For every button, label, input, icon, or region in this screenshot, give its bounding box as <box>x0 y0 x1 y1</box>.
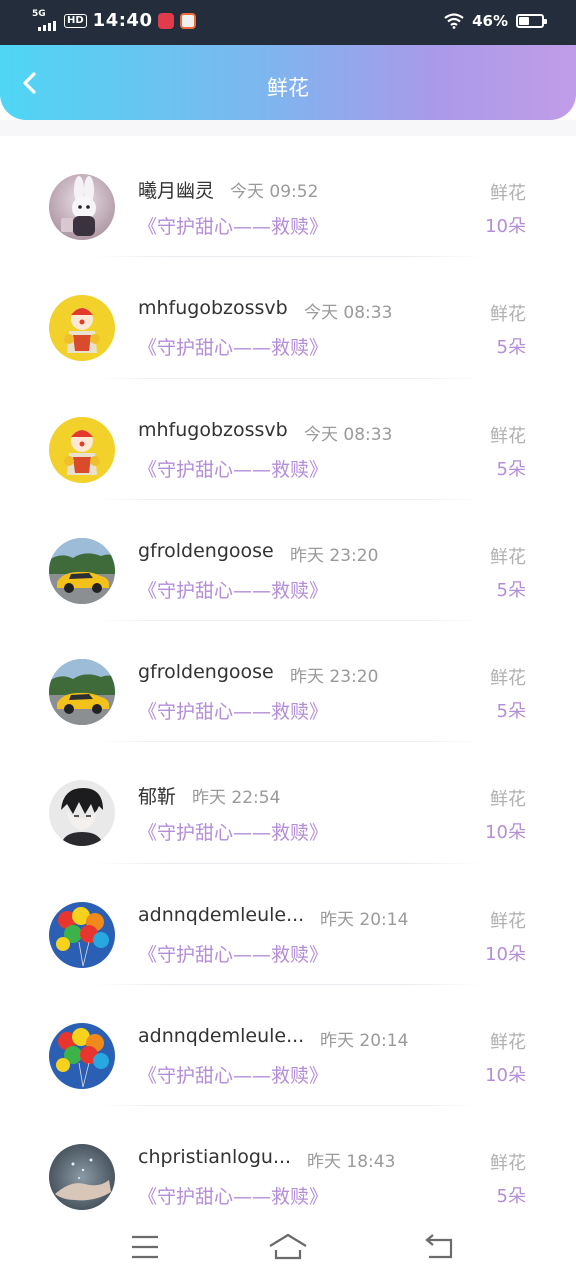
gift-type: 鲜花 <box>490 304 526 326</box>
book-title-link[interactable]: 《守护甜心——救赎》 <box>138 455 328 482</box>
gift-count: 10朵 <box>485 1065 526 1087</box>
gift-count: 5朵 <box>496 458 526 480</box>
gift-type: 鲜花 <box>490 1153 526 1175</box>
anime-avatar <box>49 780 115 847</box>
avatar[interactable] <box>49 901 115 968</box>
record-time: 今天 09:52 <box>230 182 319 202</box>
status-bar: 5G HD 14:40 46% <box>0 0 576 45</box>
list-item[interactable]: gfroldengoose 昨天 23:20 《守护甜心——救赎》 鲜花 5朵 <box>0 621 576 743</box>
home-button[interactable] <box>268 1230 308 1264</box>
gift-type: 鲜花 <box>490 546 526 568</box>
rabbit-avatar <box>49 174 115 240</box>
record-time: 昨天 18:43 <box>307 1152 396 1173</box>
book-title-link[interactable]: 《守护甜心——救赎》 <box>138 940 328 967</box>
list-item[interactable]: mhfugobzossvb 今天 08:33 《守护甜心——救赎》 鲜花 5朵 <box>0 379 576 500</box>
gift-type: 鲜花 <box>490 183 526 204</box>
record-time: 昨天 20:14 <box>320 1031 409 1052</box>
gift-type: 鲜花 <box>490 668 526 690</box>
record-time: 昨天 23:20 <box>290 545 379 566</box>
car-avatar <box>49 659 115 726</box>
avatar[interactable] <box>49 659 115 726</box>
avatar[interactable] <box>49 780 115 847</box>
record-time: 昨天 23:20 <box>290 667 379 688</box>
gift-count: 5朵 <box>496 701 526 723</box>
avatar[interactable] <box>49 174 115 240</box>
car-avatar <box>49 537 115 604</box>
page-header: 鲜花 <box>0 45 576 120</box>
user-name[interactable]: adnnqdemleule... <box>138 1025 304 1047</box>
gift-type: 鲜花 <box>490 910 526 932</box>
gift-type: 鲜花 <box>490 425 526 447</box>
header-spacer <box>0 120 576 136</box>
balloons-avatar <box>49 1023 115 1090</box>
user-name[interactable]: gfroldengoose <box>138 540 274 562</box>
back-icon <box>425 1234 453 1259</box>
record-time: 今天 08:33 <box>304 303 393 324</box>
hd-icon: HD <box>64 13 87 28</box>
avatar[interactable] <box>49 537 115 604</box>
book-title-link[interactable]: 《守护甜心——救赎》 <box>138 818 328 845</box>
gift-count: 5朵 <box>496 1186 526 1208</box>
app-notification-icon <box>180 12 197 29</box>
user-name[interactable]: 郁靳 <box>138 782 176 809</box>
list-item[interactable]: 郁靳 昨天 22:54 《守护甜心——救赎》 鲜花 10朵 <box>0 742 576 864</box>
book-title-link[interactable]: 《守护甜心——救赎》 <box>138 697 328 724</box>
gift-type: 鲜花 <box>490 1032 526 1054</box>
user-name[interactable]: mhfugobzossvb <box>138 297 288 319</box>
avatar[interactable] <box>49 295 115 362</box>
avatar[interactable] <box>49 1023 115 1090</box>
list-item[interactable]: adnnqdemleule... 昨天 20:14 《守护甜心——救赎》 鲜花 10朵 <box>0 985 576 1107</box>
avatar[interactable] <box>49 1144 115 1211</box>
system-nav-bar <box>0 1210 576 1280</box>
list-item[interactable]: 曦月幽灵 今天 09:52 《守护甜心——救赎》 鲜花 10朵 <box>0 136 576 258</box>
list-item[interactable]: mhfugobzossvb 今天 08:33 《守护甜心——救赎》 鲜花 5朵 <box>0 257 576 379</box>
clown-avatar <box>49 295 115 362</box>
gift-type: 鲜花 <box>490 789 526 811</box>
record-time: 昨天 22:54 <box>192 788 281 809</box>
balloons-avatar <box>49 901 115 968</box>
menu-button[interactable] <box>125 1230 165 1264</box>
user-name[interactable]: 曦月幽灵 <box>138 176 214 203</box>
list-item[interactable]: adnnqdemleule... 昨天 20:14 《守护甜心——救赎》 鲜花 10朵 <box>0 864 576 986</box>
menu-icon <box>132 1235 158 1259</box>
gift-count: 10朵 <box>485 822 526 844</box>
user-name[interactable]: chpristianlogu... <box>138 1146 291 1168</box>
hands-avatar <box>49 1144 115 1211</box>
book-title-link[interactable]: 《守护甜心——救赎》 <box>138 1182 328 1209</box>
battery-percent: 46% <box>472 12 508 30</box>
gift-count: 10朵 <box>485 943 526 965</box>
gift-count: 5朵 <box>496 337 526 359</box>
avatar[interactable] <box>49 416 115 483</box>
clown-avatar <box>49 416 115 483</box>
app-notification-icon <box>158 12 175 29</box>
book-title-link[interactable]: 《守护甜心——救赎》 <box>138 576 328 603</box>
cellular-signal-icon: 5G <box>32 9 58 31</box>
status-time: 14:40 <box>92 10 153 31</box>
wifi-icon <box>444 13 464 29</box>
book-title-link[interactable]: 《守护甜心——救赎》 <box>138 212 328 239</box>
user-name[interactable]: gfroldengoose <box>138 661 274 683</box>
user-name[interactable]: adnnqdemleule... <box>138 904 304 926</box>
user-name[interactable]: mhfugobzossvb <box>138 419 288 441</box>
gift-count: 5朵 <box>496 579 526 601</box>
record-time: 今天 08:33 <box>304 424 393 445</box>
flower-record-list: 曦月幽灵 今天 09:52 《守护甜心——救赎》 鲜花 10朵 mhfugobzossvb… <box>0 136 576 1228</box>
battery-icon <box>516 14 547 28</box>
home-icon <box>269 1233 307 1260</box>
book-title-link[interactable]: 《守护甜心——救赎》 <box>138 1061 328 1088</box>
book-title-link[interactable]: 《守护甜心——救赎》 <box>138 333 328 360</box>
nav-back-button[interactable] <box>419 1230 459 1264</box>
record-time: 昨天 20:14 <box>320 909 409 930</box>
page-title: 鲜花 <box>267 76 309 100</box>
gift-count: 10朵 <box>485 216 526 237</box>
list-item[interactable]: gfroldengoose 昨天 23:20 《守护甜心——救赎》 鲜花 5朵 <box>0 500 576 622</box>
